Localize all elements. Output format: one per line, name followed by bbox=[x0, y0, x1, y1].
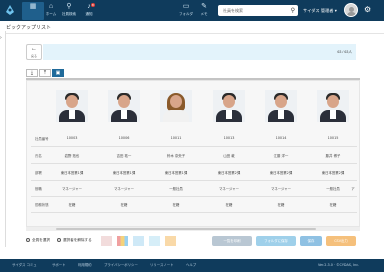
cell-department: 東日本営業2課 bbox=[269, 171, 293, 175]
cell-status: 在籍 bbox=[225, 203, 233, 207]
chart-icon[interactable] bbox=[133, 236, 144, 246]
employee-photo[interactable] bbox=[317, 90, 349, 122]
print-list-button[interactable]: 一覧を印刷 bbox=[212, 236, 252, 246]
sidebar-toggle[interactable]: › bbox=[0, 31, 6, 247]
horizontal-scrollbar[interactable] bbox=[26, 227, 360, 231]
scrollbar-thumb[interactable] bbox=[56, 228, 316, 230]
row-divider bbox=[31, 180, 357, 181]
footer-link-help[interactable]: ヘルプ bbox=[186, 259, 196, 272]
deselect-option[interactable]: 選択者を解除する bbox=[57, 237, 92, 243]
upload-icon: ⤒ bbox=[43, 70, 47, 76]
divider bbox=[6, 33, 384, 34]
export-icon[interactable] bbox=[165, 236, 176, 246]
bell-icon: ♪ bbox=[87, 3, 91, 10]
employee-photo[interactable] bbox=[265, 90, 297, 122]
cell-department: 東日本営業1課 bbox=[164, 171, 188, 175]
search-icon[interactable]: ⚲ bbox=[291, 5, 295, 16]
employee-photo[interactable] bbox=[56, 90, 88, 122]
cell-employee-id: 10013 bbox=[223, 136, 235, 140]
app-logo-icon[interactable] bbox=[4, 4, 16, 16]
footer-link-privacy[interactable]: プライバシーポリシー bbox=[104, 259, 138, 272]
user-search-icon: ⚲ bbox=[66, 3, 72, 10]
grid-view-icon: ▣ bbox=[55, 70, 61, 76]
employee-photo[interactable] bbox=[160, 90, 192, 122]
row-divider bbox=[31, 163, 357, 164]
cell-position: マネージャー bbox=[270, 187, 292, 191]
footer-link-community[interactable]: サイダス コミュ bbox=[12, 259, 37, 272]
radio-icon bbox=[26, 238, 30, 242]
employee-photo[interactable] bbox=[213, 90, 245, 122]
cell-department: 東日本営業1課 bbox=[60, 171, 84, 175]
row-divider bbox=[31, 212, 357, 213]
row-label-name: 氏名 bbox=[35, 154, 42, 158]
save-button[interactable]: 保存 bbox=[300, 236, 322, 246]
cell-position: 一般社員 bbox=[169, 187, 183, 191]
user-menu[interactable]: サイダス 管理者 ▾ bbox=[303, 5, 337, 16]
cell-name[interactable]: 鈴木 奈央子 bbox=[151, 153, 201, 158]
save-to-folder-button[interactable]: フォルダに保存 bbox=[256, 236, 296, 246]
chevron-right-icon: › bbox=[0, 35, 2, 41]
cell-employee-id: 10015 bbox=[327, 136, 339, 140]
gear-icon[interactable]: ⚙ bbox=[364, 5, 371, 15]
footer-copyright: Ver.2.3.0 · ©CYDAS, Inc. bbox=[318, 263, 360, 267]
notification-badge: 8 bbox=[91, 3, 95, 7]
cell-name[interactable]: 吉田 祐一 bbox=[99, 153, 149, 158]
cell-employee-id: 10003 bbox=[66, 136, 78, 140]
result-count-bar: 63 / 63人 bbox=[43, 44, 356, 60]
nav-memo-button[interactable]: ✎ メモ bbox=[193, 2, 215, 20]
document-icon[interactable] bbox=[149, 236, 160, 246]
cell-name[interactable]: 岩野 拓也 bbox=[47, 153, 97, 158]
cell-position: マネージャー bbox=[113, 187, 135, 191]
cell-position: マネージャー bbox=[218, 187, 240, 191]
row-label-department: 部署 bbox=[35, 171, 42, 175]
nav-employee-search-button[interactable]: ⚲ 社員検索 bbox=[58, 2, 80, 20]
footer-link-support[interactable]: サポート bbox=[52, 259, 66, 272]
memo-icon: ✎ bbox=[201, 3, 207, 10]
cell-department: 東日本営業1課 bbox=[112, 171, 136, 175]
download-button[interactable]: ⤓ bbox=[26, 69, 38, 77]
cell-status: 在籍 bbox=[68, 203, 76, 207]
mail-icon[interactable] bbox=[101, 236, 112, 246]
cell-department: 東日本営業2課 bbox=[321, 171, 345, 175]
employee-search-input[interactable]: 社員を検索 ⚲ bbox=[218, 5, 298, 16]
upload-button[interactable]: ⤒ bbox=[39, 69, 51, 77]
cell-name[interactable]: 江藤 洋一 bbox=[256, 153, 306, 158]
cell-status: 在籍 bbox=[120, 203, 128, 207]
card-view-button[interactable]: ▣ bbox=[52, 69, 64, 77]
select-all-option[interactable]: 全員を選択 bbox=[26, 237, 50, 243]
cell-position: マネージャー bbox=[61, 187, 83, 191]
row-divider bbox=[31, 196, 357, 197]
cell-name[interactable]: 藤井 博子 bbox=[308, 153, 358, 158]
cell-name[interactable]: 山田 敦 bbox=[204, 153, 254, 158]
color-grid-icon[interactable] bbox=[117, 236, 128, 246]
top-navbar: ▦ ⌂ ホーム ⚲ 社員検索 ♪ 8 通知 ▭ フォルダ ✎ メモ 社員を検索 … bbox=[0, 0, 384, 21]
back-button[interactable]: ← 戻る bbox=[26, 44, 42, 60]
cell-status: 在籍 bbox=[277, 203, 285, 207]
footer: サイダス コミュ サポート 利用規約 プライバシーポリシー リリースノート ヘル… bbox=[0, 259, 384, 272]
download-icon: ⤓ bbox=[30, 70, 34, 76]
csv-export-button[interactable]: CSV出力 bbox=[326, 236, 356, 246]
radio-icon bbox=[57, 238, 61, 242]
cell-position: 一般社員 bbox=[326, 187, 340, 191]
result-count: 63 / 63人 bbox=[337, 50, 352, 54]
footer-link-release-notes[interactable]: リリースノート bbox=[150, 259, 174, 272]
avatar[interactable] bbox=[344, 3, 358, 17]
cell-status: 在籍 bbox=[172, 203, 180, 207]
cell-status: 在籍 bbox=[329, 203, 337, 207]
page-title: ピックアップリスト bbox=[6, 25, 52, 31]
cell-employee-id: 10011 bbox=[170, 136, 182, 140]
cell-employee-id: 10014 bbox=[275, 136, 287, 140]
cell-employee-id: 10006 bbox=[118, 136, 130, 140]
footer-link-terms[interactable]: 利用規約 bbox=[78, 259, 92, 272]
row-divider bbox=[31, 146, 357, 147]
row-label-position: 役職 bbox=[35, 187, 42, 191]
employee-photo[interactable] bbox=[108, 90, 140, 122]
nav-notification-button[interactable]: ♪ 8 通知 bbox=[78, 2, 100, 20]
employee-compare-table: 社員番号 氏名 部署 役職 勤務状態 ア 10003 岩野 拓也 東日本営業1課 マネ… bbox=[26, 80, 360, 227]
arrow-left-icon: ← bbox=[31, 46, 37, 52]
cell-department: 東日本営業2課 bbox=[217, 171, 241, 175]
